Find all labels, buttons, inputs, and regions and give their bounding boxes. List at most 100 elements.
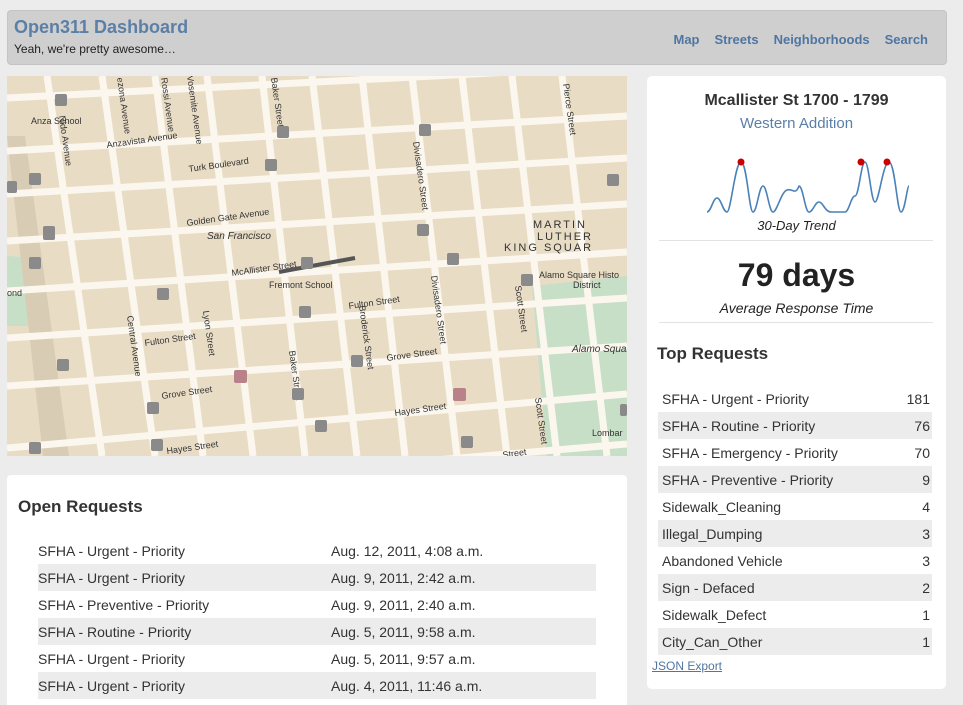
open-requests-table: SFHA - Urgent - Priority Aug. 12, 2011, 4… (38, 537, 596, 699)
bus-icon (57, 359, 69, 371)
street-map[interactable]: Anza School Anzavista Avenue Turk Boulev… (7, 76, 627, 456)
request-name: Sign - Defaced (658, 574, 899, 601)
neighborhood-link[interactable]: Western Addition (647, 115, 946, 132)
request-count: 3 (898, 520, 932, 547)
transit-icon (607, 174, 619, 186)
school-icon (301, 257, 313, 269)
street-title: Mcallister St 1700 - 1799 (704, 92, 889, 109)
request-date: Aug. 12, 2011, 4:08 a.m. (331, 542, 484, 559)
bus-icon (29, 173, 41, 185)
request-name: SFHA - Preventive - Priority (658, 466, 899, 493)
cafe-icon (151, 439, 163, 451)
trend-label: 30-Day Trend (757, 218, 836, 233)
divider (659, 322, 933, 323)
transit-icon (419, 124, 431, 136)
brand-title[interactable]: Open311 Dashboard (14, 17, 188, 38)
transit-icon (620, 404, 627, 416)
transit-icon (277, 126, 289, 138)
request-count: 4 (922, 498, 930, 515)
hospital-icon (453, 388, 466, 401)
request-type: SFHA - Urgent - Priority (38, 650, 186, 667)
transit-icon (299, 306, 311, 318)
request-name: SFHA - Routine - Priority (658, 412, 899, 439)
svg-text:Alamo Square Histo: Alamo Square Histo (539, 270, 619, 280)
table-row[interactable]: City_Can_Other 1 (658, 628, 932, 655)
transit-icon (292, 388, 304, 400)
table-row[interactable]: SFHA - Preventive - Priority 9 (658, 466, 932, 493)
top-navbar: Open311 Dashboard Yeah, we're pretty awe… (7, 10, 947, 65)
request-name: Sidewalk_Cleaning (662, 498, 782, 515)
table-row[interactable]: Illegal_Dumping 3 (658, 520, 932, 547)
table-row[interactable]: SFHA - Preventive - Priority Aug. 9, 2011… (38, 591, 596, 618)
request-name: SFHA - Emergency - Priority (662, 444, 838, 461)
nav-search-link[interactable]: Search (885, 32, 928, 47)
request-date: Aug. 4, 2011, 11:46 a.m. (331, 672, 596, 699)
map-canvas: Anza School Anzavista Avenue Turk Boulev… (7, 76, 627, 456)
table-row[interactable]: Sidewalk_Cleaning 4 (658, 493, 932, 520)
svg-text:District: District (573, 280, 601, 290)
open-requests-panel: Open Requests SFHA - Urgent - Priority Au… (7, 475, 627, 705)
map-label: Anza School (31, 116, 82, 126)
request-date: Aug. 9, 2011, 2:40 a.m. (331, 596, 476, 613)
top-requests-table: SFHA - Urgent - Priority 181 SFHA - Routin… (658, 385, 932, 655)
svg-text:ond: ond (7, 288, 22, 298)
request-type: SFHA - Urgent - Priority (38, 564, 331, 591)
request-date: Aug. 9, 2011, 2:42 a.m. (331, 564, 596, 591)
svg-text:MARTIN: MARTIN (533, 219, 587, 231)
table-row[interactable]: Sidewalk_Defect 1 (658, 601, 932, 628)
nav-neighborhoods-link[interactable]: Neighborhoods (774, 32, 870, 47)
school-icon (55, 94, 67, 106)
table-row[interactable]: SFHA - Urgent - Priority Aug. 5, 2011, 9:… (38, 645, 596, 672)
svg-text:Lombar: Lombar (592, 428, 623, 438)
restaurant-icon (447, 253, 459, 265)
transit-icon (315, 420, 327, 432)
svg-text:San Francisco: San Francisco (207, 231, 271, 242)
request-name: Abandoned Vehicle (662, 552, 783, 569)
table-row[interactable]: Abandoned Vehicle 3 (658, 547, 932, 574)
request-date: Aug. 5, 2011, 9:57 a.m. (331, 650, 476, 667)
table-row[interactable]: SFHA - Emergency - Priority 70 (658, 439, 932, 466)
tagline: Yeah, we're pretty awesome… (14, 42, 176, 56)
request-type: SFHA - Preventive - Priority (38, 596, 210, 613)
table-row[interactable]: Sign - Defaced 2 (658, 574, 932, 601)
hospital-icon (234, 370, 247, 383)
transit-icon (265, 159, 277, 171)
peak-marker (883, 158, 891, 166)
bus-icon (7, 181, 17, 193)
school-icon (43, 226, 55, 240)
request-count: 1 (898, 628, 932, 655)
bus-icon (29, 257, 41, 269)
transit-icon (521, 274, 533, 286)
table-row[interactable]: SFHA - Routine - Priority 76 (658, 412, 932, 439)
request-date: Aug. 5, 2011, 9:58 a.m. (331, 618, 596, 645)
request-count: 2 (898, 574, 932, 601)
request-name: City_Can_Other (658, 628, 899, 655)
request-name: Illegal_Dumping (658, 520, 899, 547)
request-count: 181 (906, 390, 930, 407)
table-row[interactable]: SFHA - Urgent - Priority Aug. 9, 2011, 2:… (38, 564, 596, 591)
request-count: 9 (898, 466, 932, 493)
request-type: SFHA - Urgent - Priority (38, 542, 186, 559)
transit-icon (417, 224, 429, 236)
nav-streets-link[interactable]: Streets (715, 32, 759, 47)
open-requests-title: Open Requests (18, 497, 143, 516)
main-nav: Map Streets Neighborhoods Search (674, 32, 929, 47)
table-row[interactable]: SFHA - Urgent - Priority 181 (658, 385, 932, 412)
peak-marker (737, 158, 745, 166)
trend-sparkline (706, 158, 909, 213)
request-type: SFHA - Routine - Priority (38, 618, 331, 645)
svg-text:Fremont School: Fremont School (269, 280, 333, 290)
request-count: 70 (914, 444, 930, 461)
nav-map-link[interactable]: Map (674, 32, 700, 47)
avg-response-value: 79 days (737, 257, 856, 293)
table-row[interactable]: SFHA - Urgent - Priority Aug. 12, 2011, 4… (38, 537, 596, 564)
svg-text:Alamo Square: Alamo Square (571, 344, 627, 355)
transit-icon (461, 436, 473, 448)
street-detail-panel: Mcallister St 1700 - 1799 Western Additi… (647, 76, 946, 689)
json-export-link[interactable]: JSON Export (652, 659, 722, 673)
table-row[interactable]: SFHA - Urgent - Priority Aug. 4, 2011, 11… (38, 672, 596, 699)
svg-text:KING SQUAR: KING SQUAR (504, 242, 593, 254)
transit-icon (157, 288, 169, 300)
table-row[interactable]: SFHA - Routine - Priority Aug. 5, 2011, 9… (38, 618, 596, 645)
divider (659, 240, 933, 241)
